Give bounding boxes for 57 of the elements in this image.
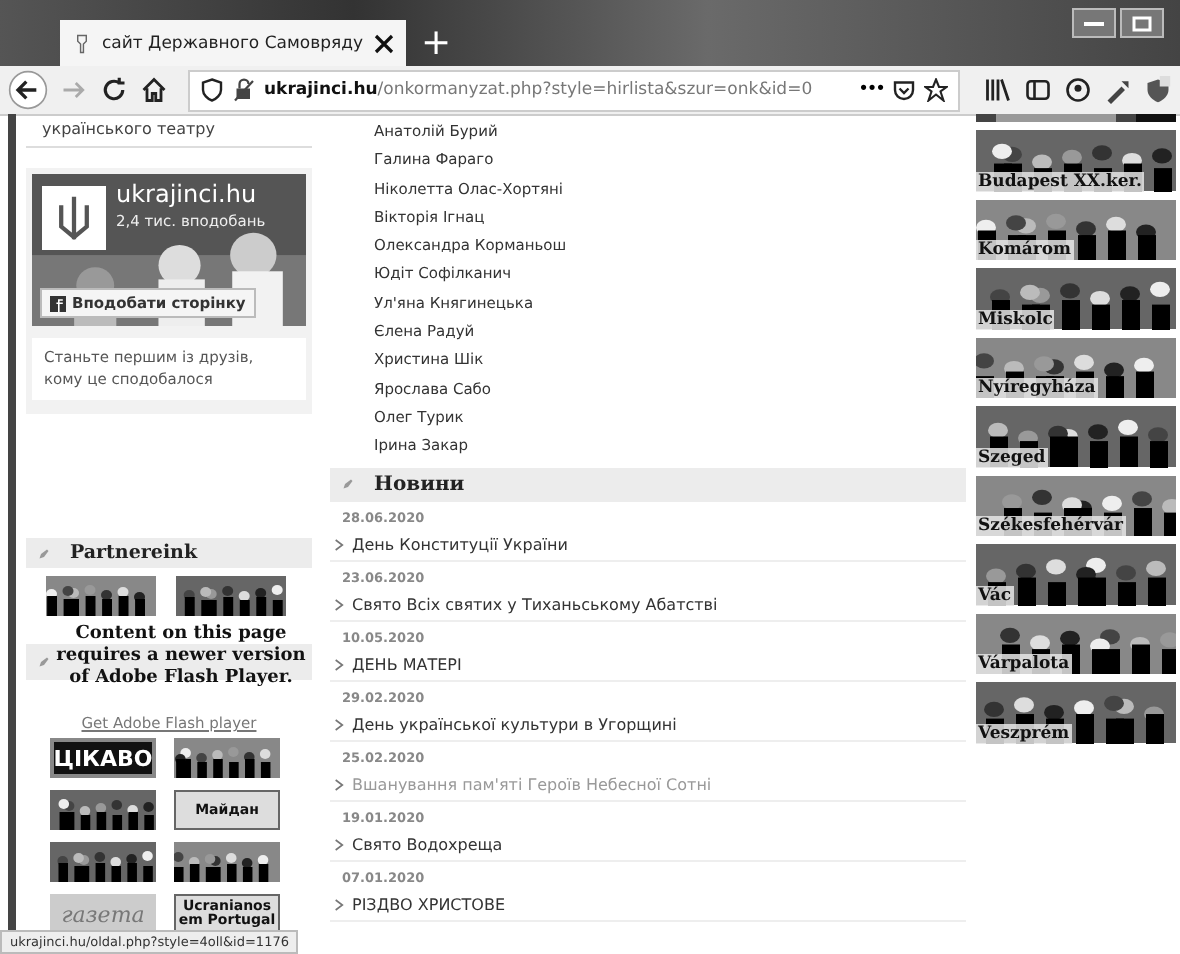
pocket-icon[interactable] [892,78,916,102]
page-icon [72,33,92,53]
city-link[interactable]: Miskolc [976,309,1055,329]
bullet-icon [342,478,354,491]
chevron-icon [334,777,344,792]
chevron-icon [334,597,344,612]
sidebar-icon[interactable] [1024,76,1052,104]
city-link[interactable]: Budapest XX.ker. [976,171,1144,191]
maximize-icon [1132,13,1152,33]
url-text: ukrajinci.hu/onkormanyzat.php?style=hirlista&szur=onk&id=0 [264,80,815,100]
banner-text[interactable]: ЦІКАВО [50,738,156,778]
extension-icon[interactable] [1104,76,1132,104]
news-link[interactable]: День української культури в Угорщині [330,709,966,742]
chevron-icon [334,657,344,672]
chevron-icon [334,537,344,552]
minimize-icon [1084,21,1104,25]
city-link[interactable]: Veszprém [976,723,1072,743]
chevron-icon [334,897,344,912]
news-link[interactable]: Свято Всіх святих у Тиханьському Абатстві [330,589,966,622]
flash-message: Content on this page requires a newer version of Adobe Flash Player. [54,624,308,689]
bullet-icon [38,656,50,668]
link-text[interactable]: українського театру [26,114,312,148]
library-icon[interactable] [984,76,1012,104]
city-link[interactable]: Várpalota [976,654,1072,674]
page-name[interactable]: ukrajinci.hu [116,180,257,208]
maximize-button[interactable] [1120,8,1164,38]
account-icon[interactable] [1064,76,1092,104]
shield-icon[interactable] [1144,76,1172,104]
section-title: Partnereink [70,542,198,564]
tab-title: сайт Державного Самовряду [102,33,364,53]
city-link[interactable]: Nyíregyháza [976,378,1098,398]
bullet-icon [38,547,50,559]
news-link[interactable]: РІЗДВО ХРИСТОВЕ [330,889,966,922]
section-title: Новини [374,473,465,496]
chevron-icon [334,717,344,732]
minimize-button[interactable] [1072,8,1116,38]
city-link[interactable]: Vác [976,585,1013,605]
chevron-icon [334,837,344,852]
news-link[interactable]: ДЕНЬ МАТЕРІ [330,649,966,682]
tab[interactable]: сайт Державного Самовряду [60,20,406,66]
reload-icon[interactable] [100,76,128,104]
back-icon[interactable] [8,70,48,110]
city-link[interactable]: Komárom [976,240,1074,260]
news-link[interactable]: День Конституції України [330,529,966,562]
news-link[interactable]: Свято Водохреща [330,829,966,862]
close-icon[interactable] [373,33,394,53]
address-bar[interactable]: ukrajinci.hu/onkormanyzat.php?style=hirlista&szur=onk&id=0 ••• [188,69,960,111]
city-link[interactable]: Székesfehérvár [976,516,1126,536]
facebook-icon [50,295,66,311]
more-button[interactable]: ••• [858,80,884,100]
home-icon[interactable] [140,76,168,104]
lock-icon[interactable] [232,78,256,102]
trident-icon [42,184,106,252]
shield-icon[interactable] [200,78,224,102]
star-icon[interactable] [924,78,948,102]
new-tab-button[interactable]: + [405,20,468,66]
city-link[interactable]: Szeged [976,447,1048,467]
